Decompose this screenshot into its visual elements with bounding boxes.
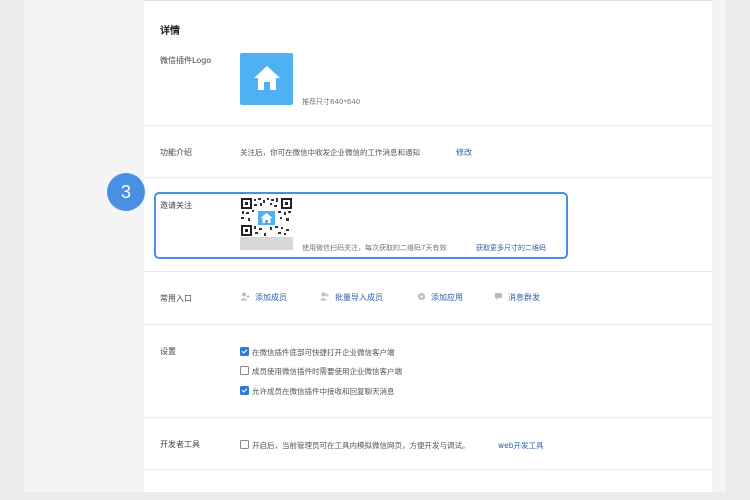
allow-chat-text: 允许成员在微信插件中接收和回复聊天消息 — [252, 387, 395, 396]
quick-open-text: 在微信插件底部可快捷打开企业微信客户端 — [252, 348, 395, 357]
divider — [144, 271, 712, 272]
left-sidebar — [24, 0, 144, 492]
entry-label: 常用入口 — [160, 294, 192, 303]
add-member-label: 添加成员 — [255, 293, 287, 302]
step-badge: 3 — [107, 173, 145, 211]
broadcast-label: 消息群发 — [508, 293, 540, 302]
batch-import-label: 批量导入成员 — [335, 293, 383, 302]
divider — [144, 177, 712, 178]
add-member-entry[interactable]: 添加成员 — [240, 292, 287, 303]
message-icon — [494, 292, 503, 303]
right-gutter — [712, 0, 726, 492]
top-divider — [144, 0, 712, 1]
intro-label: 功能介绍 — [160, 148, 192, 157]
edit-intro-link[interactable]: 修改 — [456, 147, 472, 158]
add-user-icon — [240, 292, 250, 303]
require-client-checkbox[interactable] — [240, 366, 249, 375]
devtools-checkbox[interactable] — [240, 440, 249, 449]
section-title: 详情 — [160, 26, 180, 37]
allow-chat-checkbox[interactable] — [240, 386, 249, 395]
require-client-text: 成员使用微信插件时需要使用企业微信客户端 — [252, 367, 402, 376]
batch-import-entry[interactable]: 批量导入成员 — [320, 292, 383, 303]
divider — [144, 125, 712, 126]
settings-label: 设置 — [160, 347, 176, 356]
logo-upload[interactable] — [240, 53, 293, 105]
web-devtools-link[interactable]: web开发工具 — [498, 440, 544, 451]
divider — [144, 324, 712, 325]
devtools-label: 开发者工具 — [160, 440, 200, 449]
devtools-text: 开启后，当前管理员可在工具内模拟微信网页，方便开发与调试。 — [252, 441, 470, 450]
logo-label: 微信插件Logo — [160, 56, 212, 65]
logo-size-hint: 推荐尺寸640*640 — [302, 98, 361, 106]
add-app-entry[interactable]: 添加应用 — [417, 292, 463, 303]
divider — [144, 469, 712, 470]
add-app-icon — [417, 292, 426, 303]
quick-open-checkbox[interactable] — [240, 347, 249, 356]
intro-text: 关注后，你可在微信中收发企业微信的工作消息和通知 — [240, 148, 420, 157]
add-app-label: 添加应用 — [431, 293, 463, 302]
invite-highlight-box — [154, 192, 568, 259]
home-icon — [252, 64, 282, 94]
batch-import-icon — [320, 292, 330, 303]
broadcast-entry[interactable]: 消息群发 — [494, 292, 540, 303]
divider — [144, 417, 712, 418]
